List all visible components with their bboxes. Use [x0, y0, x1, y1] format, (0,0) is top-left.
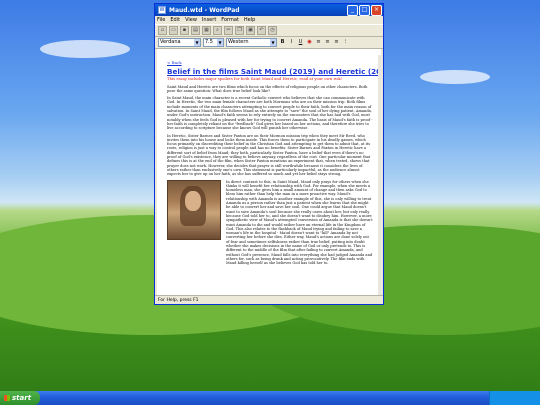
open-icon[interactable]: ▭ — [169, 26, 178, 35]
start-label: start — [12, 394, 32, 402]
find-icon[interactable]: ⌕ — [213, 26, 222, 35]
system-tray — [489, 391, 540, 405]
paragraph: In Heretic, Sister Barnes and Sister Pax… — [167, 133, 371, 177]
film-still-face — [185, 190, 201, 211]
script-select[interactable]: Western ▼ — [226, 38, 277, 47]
font-size-value: 7.5 — [205, 39, 213, 45]
status-bar: For Help, press F1 — [155, 295, 383, 304]
underline-button[interactable]: U — [297, 39, 304, 46]
wordpad-window: W Maud.wtd - WordPad _ □ × File Edit Vie… — [154, 3, 384, 305]
vertical-scrollbar[interactable] — [378, 55, 382, 295]
document-title: Belief in the films Saint Maud (2019) an… — [167, 67, 381, 77]
date-time-icon[interactable]: ◷ — [268, 26, 277, 35]
menu-view[interactable]: View — [185, 17, 197, 23]
title-bar[interactable]: W Maud.wtd - WordPad _ □ × — [155, 4, 383, 16]
save-icon[interactable]: ▪ — [180, 26, 189, 35]
menu-edit[interactable]: Edit — [170, 17, 180, 23]
bullets-icon[interactable]: ⁝ — [342, 39, 349, 46]
film-still-image — [167, 179, 221, 240]
maximize-button[interactable]: □ — [359, 4, 370, 16]
menu-help[interactable]: Help — [244, 17, 255, 23]
close-button[interactable]: × — [371, 4, 382, 16]
back-link[interactable]: < Back — [167, 60, 373, 65]
font-size-select[interactable]: 7.5 ▼ — [203, 38, 224, 47]
menu-file[interactable]: File — [157, 17, 165, 23]
cloud — [40, 40, 130, 58]
print-preview-icon[interactable]: ▦ — [202, 26, 211, 35]
paste-icon[interactable]: ▣ — [246, 26, 255, 35]
standard-toolbar: ▫ ▭ ▪ ▤ ▦ ⌕ ✂ ❐ ▣ ↶ ◷ — [155, 24, 383, 37]
paragraph: In Saint Maud, the main character is a r… — [167, 96, 373, 131]
wordpad-app-icon: W — [158, 6, 166, 14]
font-value: Verdana — [160, 39, 181, 45]
spoiler-warning: This essay includes major spoilers for b… — [167, 76, 343, 82]
align-right-icon[interactable]: ≡ — [333, 39, 340, 46]
copy-icon[interactable]: ❐ — [235, 26, 244, 35]
font-select[interactable]: Verdana ▼ — [158, 38, 201, 47]
italic-button[interactable]: I — [288, 39, 295, 46]
chevron-down-icon[interactable]: ▼ — [194, 39, 200, 46]
windows-flag-icon — [4, 395, 10, 401]
cut-icon[interactable]: ✂ — [224, 26, 233, 35]
document-area[interactable]: < Back Belief in the films Saint Maud (2… — [157, 55, 381, 295]
format-bar: Verdana ▼ 7.5 ▼ Western ▼ B I U ◉ ≡ ≡ ≡ … — [155, 37, 383, 49]
paragraph: Saint Maud and Heretic are two films whi… — [167, 84, 368, 93]
new-icon[interactable]: ▫ — [158, 26, 167, 35]
cloud — [420, 70, 490, 84]
chevron-down-icon[interactable]: ▼ — [270, 39, 276, 46]
chevron-down-icon[interactable]: ▼ — [217, 39, 223, 46]
window-title: Maud.wtd - WordPad — [169, 6, 240, 14]
align-center-icon[interactable]: ≡ — [324, 39, 331, 46]
menu-format[interactable]: Format — [221, 17, 239, 23]
menu-bar: File Edit View Insert Format Help — [155, 16, 383, 24]
taskbar: start — [0, 391, 540, 405]
bold-button[interactable]: B — [279, 39, 286, 46]
print-icon[interactable]: ▤ — [191, 26, 200, 35]
figure-row: In direct contrast to this, in Saint Mau… — [167, 179, 373, 269]
paragraph: In direct contrast to this, in Saint Mau… — [226, 179, 373, 266]
align-left-icon[interactable]: ≡ — [315, 39, 322, 46]
undo-icon[interactable]: ↶ — [257, 26, 266, 35]
script-value: Western — [228, 39, 249, 45]
color-icon[interactable]: ◉ — [306, 39, 313, 46]
minimize-button[interactable]: _ — [347, 4, 358, 16]
menu-insert[interactable]: Insert — [202, 17, 216, 23]
start-button[interactable]: start — [0, 391, 40, 405]
